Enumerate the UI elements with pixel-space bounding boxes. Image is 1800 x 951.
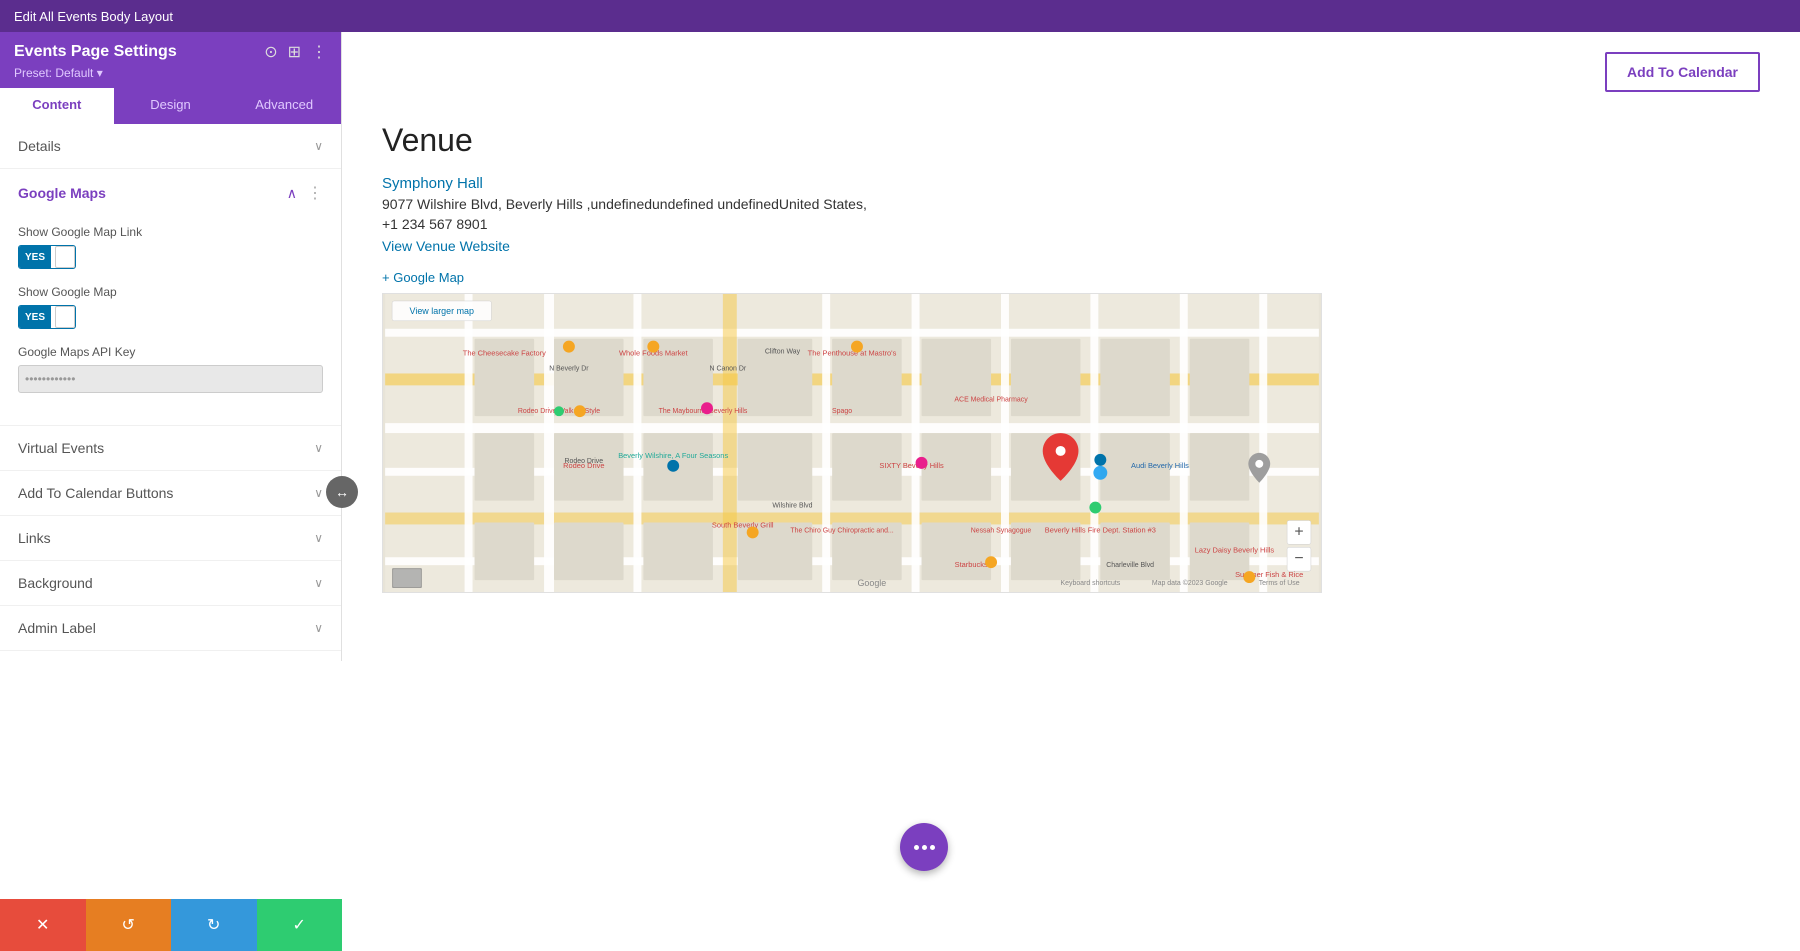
drag-handle[interactable]: ↔ bbox=[326, 476, 358, 508]
sidebar-scroll: Details ∨ Google Maps ∧ ⋮ bbox=[0, 124, 341, 661]
cancel-button[interactable]: ✕ bbox=[0, 899, 86, 951]
save-button[interactable]: ✓ bbox=[257, 899, 343, 951]
chevron-google-maps-up: ∧ bbox=[287, 185, 297, 202]
more-google-maps-icon[interactable]: ⋮ bbox=[307, 183, 323, 203]
section-links[interactable]: Links ∨ bbox=[0, 516, 341, 561]
redo-button[interactable]: ↻ bbox=[171, 899, 257, 951]
chevron-admin: ∨ bbox=[314, 621, 323, 635]
svg-text:Rodeo Drive: Rodeo Drive bbox=[563, 461, 604, 470]
main-content: Add To Calendar Venue Symphony Hall 9077… bbox=[342, 32, 1800, 951]
section-calendar-label: Add To Calendar Buttons bbox=[18, 485, 173, 501]
preset-label[interactable]: Preset: Default ▾ bbox=[14, 66, 327, 80]
field-api-key: Google Maps API Key bbox=[18, 345, 323, 393]
venue-title: Venue bbox=[382, 122, 1760, 159]
google-maps-section: Google Maps ∧ ⋮ Show Google Map Link YE bbox=[0, 169, 341, 426]
tab-advanced[interactable]: Advanced bbox=[227, 88, 341, 124]
chevron-details: ∨ bbox=[314, 139, 323, 153]
show-map-label: Show Google Map bbox=[18, 285, 323, 299]
svg-text:−: − bbox=[1294, 550, 1303, 567]
three-dots-icon bbox=[914, 845, 935, 850]
tab-design[interactable]: Design bbox=[114, 88, 228, 124]
venue-name-link[interactable]: Symphony Hall bbox=[382, 175, 1760, 192]
section-details-label: Details bbox=[18, 138, 61, 154]
google-maps-header[interactable]: Google Maps ∧ ⋮ bbox=[0, 169, 341, 217]
svg-text:Audi Beverly Hills: Audi Beverly Hills bbox=[1131, 461, 1189, 470]
svg-text:Google: Google bbox=[857, 578, 886, 588]
undo-button[interactable]: ↺ bbox=[86, 899, 172, 951]
venue-website-link[interactable]: View Venue Website bbox=[382, 238, 1760, 254]
sidebar-title: Events Page Settings bbox=[14, 43, 177, 61]
section-admin-label[interactable]: Admin Label ∨ bbox=[0, 606, 341, 651]
map-container: N Beverly Dr N Canon Dr Wilshire Blvd Ro… bbox=[382, 293, 1322, 593]
api-key-label: Google Maps API Key bbox=[18, 345, 323, 359]
map-svg: N Beverly Dr N Canon Dr Wilshire Blvd Ro… bbox=[383, 294, 1321, 592]
chevron-links: ∨ bbox=[314, 531, 323, 545]
svg-text:N Canon Dr: N Canon Dr bbox=[710, 365, 747, 372]
show-map-toggle[interactable]: YES bbox=[18, 305, 76, 329]
svg-text:Terms of Use: Terms of Use bbox=[1259, 580, 1300, 587]
sidebar-header: Events Page Settings ⊙ ⊞ ⋮ Preset: Defau… bbox=[0, 32, 341, 88]
svg-text:N Beverly Dr: N Beverly Dr bbox=[549, 365, 589, 372]
chevron-virtual: ∨ bbox=[314, 441, 323, 455]
svg-text:Nessah Synagogue: Nessah Synagogue bbox=[971, 527, 1032, 534]
svg-text:Beverly Wilshire, A Four Seaso: Beverly Wilshire, A Four Seasons bbox=[618, 451, 728, 460]
section-background-label: Background bbox=[18, 575, 93, 591]
svg-text:View larger map: View larger map bbox=[410, 306, 474, 316]
venue-address: 9077 Wilshire Blvd, Beverly Hills ,undef… bbox=[382, 196, 1760, 212]
google-maps-body: Show Google Map Link YES Show Google Map… bbox=[0, 217, 341, 425]
svg-text:The Chiro Guy Chiropractic and: The Chiro Guy Chiropractic and... bbox=[790, 527, 893, 534]
sidebar: Events Page Settings ⊙ ⊞ ⋮ Preset: Defau… bbox=[0, 32, 342, 661]
toggle-yes-label: YES bbox=[19, 246, 51, 268]
section-links-label: Links bbox=[18, 530, 51, 546]
svg-text:Beverly Hills Fire Dept. Stati: Beverly Hills Fire Dept. Station #3 bbox=[1045, 525, 1156, 534]
svg-text:Starbucks: Starbucks bbox=[955, 560, 988, 569]
section-details[interactable]: Details ∨ bbox=[0, 124, 341, 169]
more-icon[interactable]: ⋮ bbox=[311, 42, 327, 62]
venue-phone: +1 234 567 8901 bbox=[382, 216, 1760, 232]
svg-text:Spago: Spago bbox=[832, 408, 852, 415]
top-bar: Edit All Events Body Layout bbox=[0, 0, 1800, 32]
svg-text:ACE Medical Pharmacy: ACE Medical Pharmacy bbox=[954, 396, 1028, 403]
svg-text:South Beverly Grill: South Beverly Grill bbox=[712, 520, 774, 529]
field-show-map: Show Google Map YES bbox=[18, 285, 323, 329]
svg-text:Lazy Daisy Beverly Hills: Lazy Daisy Beverly Hills bbox=[1195, 545, 1275, 554]
svg-text:Clifton Way: Clifton Way bbox=[765, 349, 801, 356]
svg-text:+: + bbox=[1294, 523, 1303, 540]
section-add-to-calendar[interactable]: Add To Calendar Buttons ∨ bbox=[0, 471, 341, 516]
toggle-knob bbox=[55, 246, 75, 268]
fab-button[interactable] bbox=[900, 823, 948, 871]
section-virtual-events[interactable]: Virtual Events ∨ bbox=[0, 426, 341, 471]
sidebar-tabs: Content Design Advanced bbox=[0, 88, 341, 124]
chevron-calendar: ∨ bbox=[314, 486, 323, 500]
svg-text:Charleville Blvd: Charleville Blvd bbox=[1106, 562, 1154, 569]
svg-text:Map data ©2023 Google: Map data ©2023 Google bbox=[1152, 579, 1228, 587]
show-map-link-toggle[interactable]: YES bbox=[18, 245, 76, 269]
section-admin-label-text: Admin Label bbox=[18, 620, 96, 636]
section-virtual-events-label: Virtual Events bbox=[18, 440, 104, 456]
bottom-bar: ✕ ↺ ↻ ✓ bbox=[0, 899, 342, 951]
layout-icon[interactable]: ⊞ bbox=[288, 42, 301, 62]
svg-text:The Cheesecake Factory: The Cheesecake Factory bbox=[463, 349, 546, 358]
show-map-link-label: Show Google Map Link bbox=[18, 225, 323, 239]
google-map-link[interactable]: + Google Map bbox=[382, 270, 1760, 285]
top-bar-title: Edit All Events Body Layout bbox=[14, 9, 173, 24]
add-to-calendar-button[interactable]: Add To Calendar bbox=[1605, 52, 1760, 92]
add-to-calendar-row: Add To Calendar bbox=[382, 52, 1760, 92]
toggle-yes-label-2: YES bbox=[19, 306, 51, 328]
chevron-background: ∨ bbox=[314, 576, 323, 590]
target-icon[interactable]: ⊙ bbox=[264, 42, 277, 62]
field-show-map-link: Show Google Map Link YES bbox=[18, 225, 323, 269]
svg-text:Wilshire Blvd: Wilshire Blvd bbox=[772, 503, 812, 510]
toggle-knob-2 bbox=[55, 306, 75, 328]
tab-content[interactable]: Content bbox=[0, 88, 114, 124]
section-google-maps-label: Google Maps bbox=[18, 185, 106, 201]
section-background[interactable]: Background ∨ bbox=[0, 561, 341, 606]
svg-text:SIXTY Beverly Hills: SIXTY Beverly Hills bbox=[879, 461, 944, 470]
api-key-input[interactable] bbox=[18, 365, 323, 393]
svg-text:Keyboard shortcuts: Keyboard shortcuts bbox=[1061, 580, 1121, 587]
